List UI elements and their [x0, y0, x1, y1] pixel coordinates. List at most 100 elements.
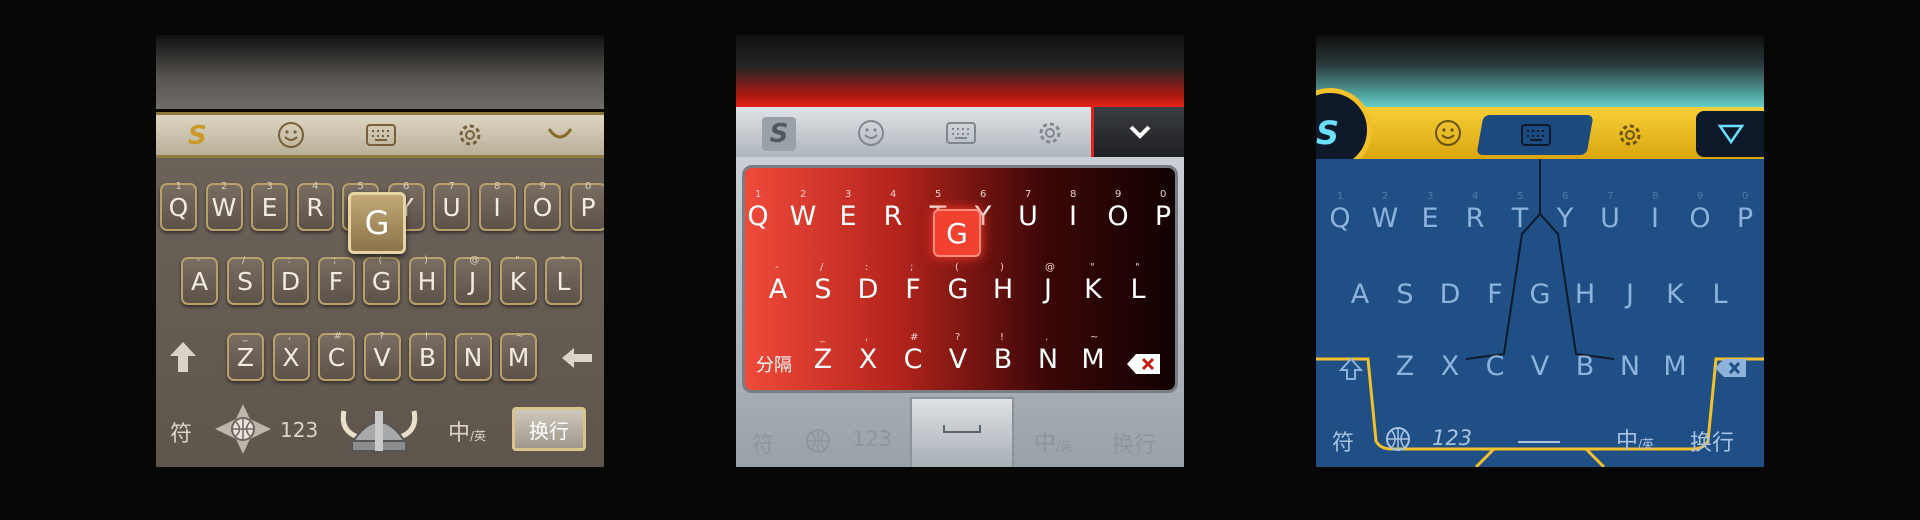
key-hint: 7 [1607, 191, 1614, 202]
settings-icon[interactable] [1616, 121, 1644, 149]
key-hint: 1 [1337, 191, 1344, 202]
key-hint: - [196, 255, 201, 266]
symbol-key[interactable]: 符 [752, 427, 774, 459]
key-hint: 9 [1115, 189, 1122, 200]
keyboard-blue-theme: S Q1W2E3R4T5Y6U7I8O9P0ASDFGHJKLZXCVBNM 符… [1316, 35, 1764, 467]
symbol-key[interactable]: 符 [1332, 425, 1354, 457]
key-hint: - [775, 262, 779, 273]
lang-sub-label: /英 [470, 429, 487, 443]
key-hint: 2 [221, 181, 228, 192]
key-f[interactable]: F [1475, 269, 1515, 319]
key-hint: , [865, 332, 869, 343]
separator-key[interactable]: 分隔 [756, 351, 792, 377]
collapse-icon[interactable] [547, 125, 573, 145]
key-hint: # [333, 331, 342, 342]
keyboard-icon[interactable] [946, 122, 976, 144]
key-hint: 2 [800, 189, 807, 200]
key-b[interactable]: B [1565, 341, 1605, 391]
key-hint: 3 [1427, 191, 1434, 202]
lang-switch-key[interactable]: 中/英 [1034, 425, 1072, 457]
key-hint: 0 [585, 181, 592, 192]
key-n[interactable]: N [1610, 341, 1650, 391]
enter-key[interactable]: 换行 [1690, 425, 1734, 457]
key-hint: 2 [1382, 191, 1389, 202]
emoji-icon[interactable] [857, 119, 885, 147]
key-a[interactable]: A [1340, 269, 1380, 319]
key-hint: ) [1000, 262, 1004, 273]
key-j[interactable]: J [1610, 269, 1650, 319]
key-x[interactable]: X [1430, 341, 1470, 391]
space-key[interactable] [910, 397, 1014, 467]
backspace-icon[interactable] [1126, 352, 1162, 376]
key-hint: # [910, 332, 919, 343]
key-hint: 0 [1742, 191, 1749, 202]
viking-helmet-space-icon[interactable] [338, 397, 420, 459]
globe-icon[interactable] [214, 403, 272, 455]
key-hint: . [470, 331, 474, 342]
key-m[interactable]: M [1655, 341, 1695, 391]
settings-icon[interactable] [1036, 119, 1064, 147]
key-hint: 5 [935, 189, 942, 200]
key-hint: @ [469, 255, 480, 266]
key-h[interactable]: H [1565, 269, 1605, 319]
key-v[interactable]: V [1520, 341, 1560, 391]
lang-switch-key[interactable]: 中/英 [1616, 423, 1654, 455]
logo-icon[interactable]: S [762, 117, 796, 151]
keyboard-wood-theme: S Q1W2E3R4T5Y6U7I8O9P0A-S/D:F;G(H)J@K"L"… [156, 35, 604, 467]
key-hint: 5 [357, 181, 364, 192]
key-c[interactable]: C [1475, 341, 1515, 391]
logo-icon[interactable]: S [1316, 114, 1339, 152]
key-z[interactable]: Z [1385, 341, 1425, 391]
globe-icon[interactable] [804, 427, 832, 455]
lang-sub-label: /英 [1638, 437, 1655, 451]
keyboard-top-gradient [736, 35, 1184, 107]
key-hint: ) [424, 255, 428, 266]
number-key[interactable]: 123 [280, 418, 318, 442]
globe-icon[interactable] [1384, 425, 1412, 453]
key-g[interactable]: G [1520, 269, 1560, 319]
backspace-icon[interactable] [560, 346, 594, 370]
number-key[interactable]: 123 [852, 427, 892, 451]
enter-key[interactable]: 换行 [512, 407, 586, 451]
shift-icon[interactable] [168, 340, 198, 374]
key-hint: 4 [312, 181, 319, 192]
key-l[interactable]: L [1700, 269, 1740, 319]
emoji-icon[interactable] [1434, 119, 1462, 147]
key-hint: 9 [1697, 191, 1704, 202]
key-hint: 6 [980, 189, 987, 200]
key-hint: ? [379, 331, 385, 342]
shift-icon[interactable] [1339, 357, 1363, 383]
number-key[interactable]: 123 [1432, 426, 1472, 450]
key-hint: 8 [1652, 191, 1659, 202]
space-key[interactable] [1516, 430, 1562, 446]
keyboard-icon[interactable] [1521, 124, 1551, 146]
key-hint: @ [1045, 262, 1055, 273]
key-hint: 5 [1517, 191, 1524, 202]
key-hint: " [515, 255, 520, 266]
space-icon [943, 425, 981, 433]
dropdown-icon[interactable] [1717, 123, 1745, 145]
enter-key[interactable]: 换行 [1112, 427, 1156, 459]
lang-main-label: 中 [1616, 429, 1639, 454]
key-hint: 4 [1472, 191, 1479, 202]
keyboard-top-gradient [156, 35, 604, 109]
key-hint: 9 [539, 181, 546, 192]
key-hint: ~ [515, 331, 524, 342]
chevron-down-icon[interactable] [1128, 124, 1152, 140]
logo-icon[interactable]: S [188, 121, 207, 151]
keyboard-icon[interactable] [366, 124, 396, 146]
key-s[interactable]: S [1385, 269, 1425, 319]
key-k[interactable]: K [1655, 269, 1695, 319]
key-hint: " [1135, 262, 1140, 273]
lang-main-label: 中 [1034, 431, 1057, 456]
lang-switch-key[interactable]: 中/英 [448, 415, 486, 447]
key-d[interactable]: D [1430, 269, 1470, 319]
key-hint: 6 [403, 181, 410, 192]
settings-icon[interactable] [456, 121, 484, 149]
key-hint: 3 [266, 181, 273, 192]
backspace-icon[interactable] [1714, 357, 1748, 379]
symbol-key[interactable]: 符 [170, 416, 192, 448]
key-hint: 7 [1025, 189, 1032, 200]
emoji-icon[interactable] [277, 121, 305, 149]
pressed-key-preview: G [348, 192, 406, 254]
